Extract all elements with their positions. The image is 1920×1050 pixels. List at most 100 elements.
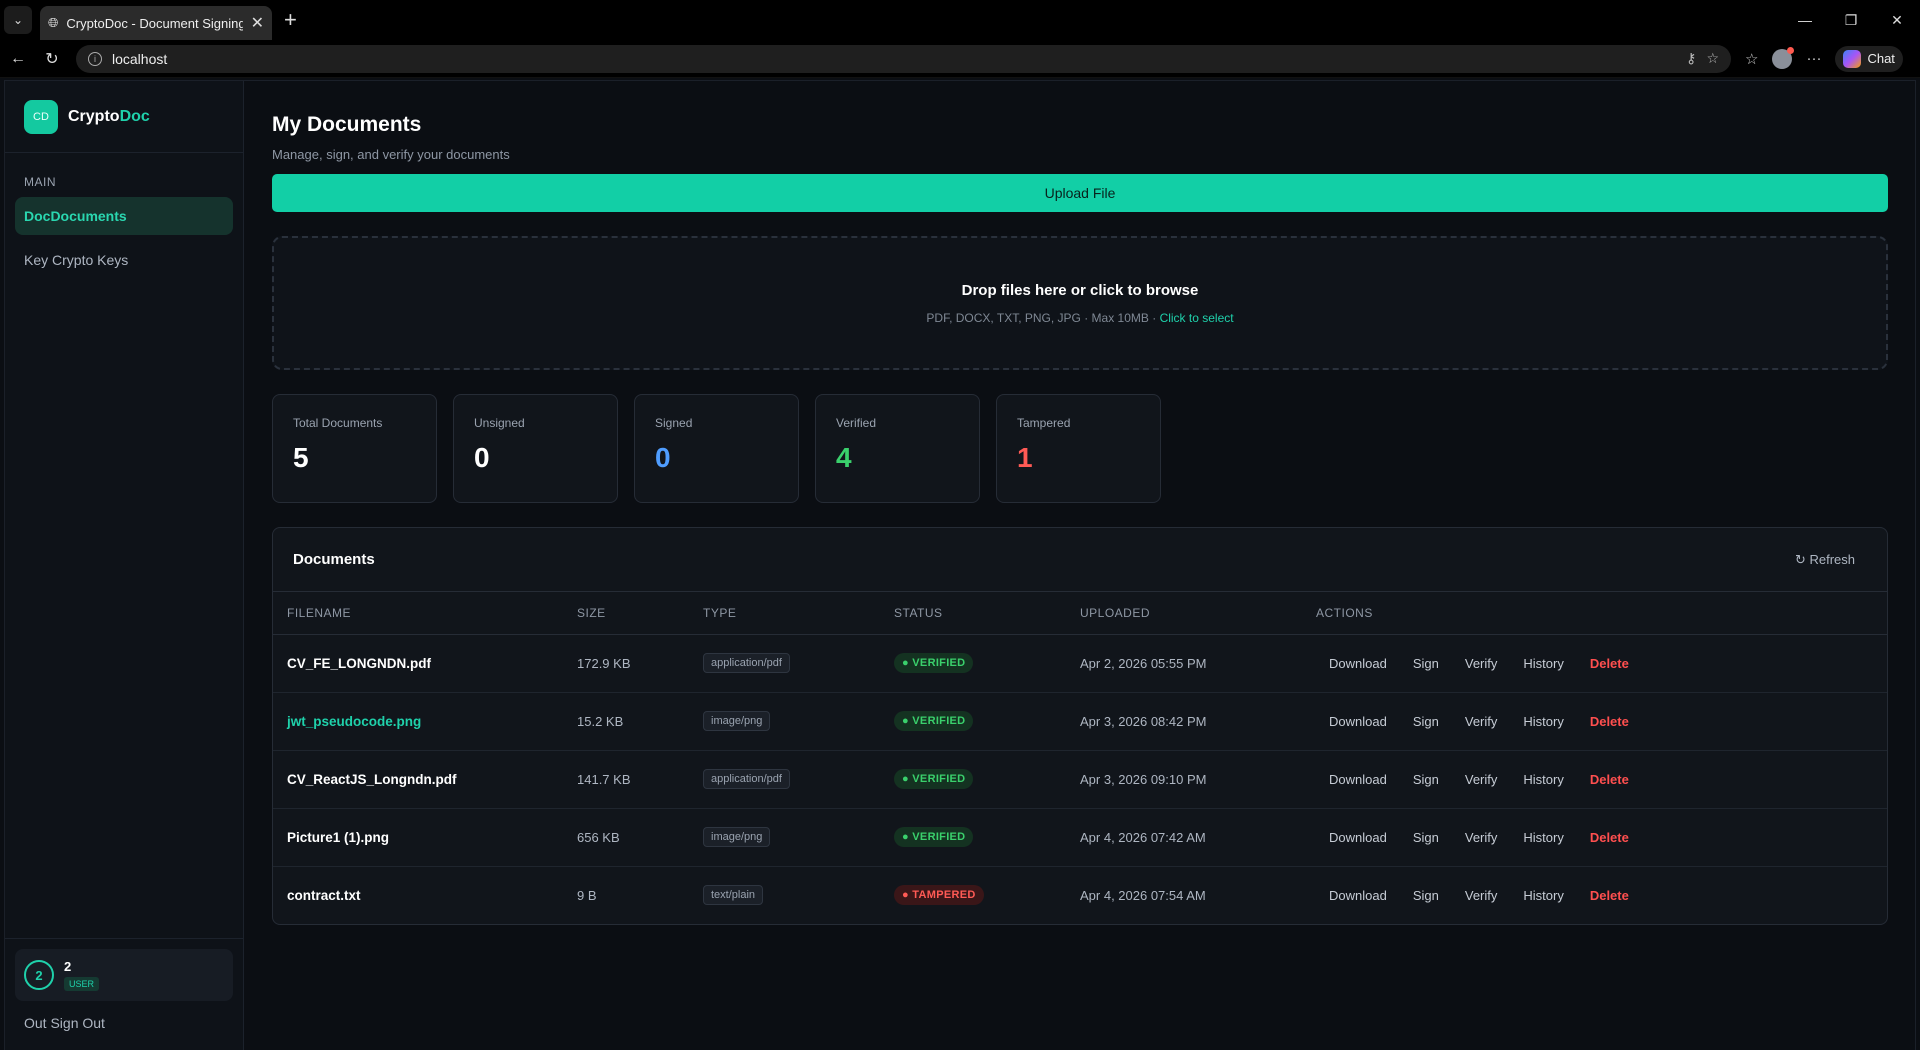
- download-button[interactable]: Download: [1316, 888, 1400, 903]
- type-badge: image/png: [703, 711, 771, 731]
- sidebar-footer: 2 2 USER Out Sign Out: [5, 938, 243, 1050]
- chat-label: Chat: [1867, 51, 1895, 66]
- stat-unsigned: Unsigned 0: [453, 394, 618, 503]
- sidebar-section-label: MAIN: [24, 175, 56, 189]
- column-header-type: TYPE: [689, 592, 880, 635]
- sign-out-button[interactable]: Out Sign Out: [15, 1015, 233, 1031]
- filename[interactable]: jwt_pseudocode.png: [287, 714, 421, 729]
- avatar: 2: [24, 960, 54, 990]
- history-button[interactable]: History: [1510, 830, 1576, 845]
- filename[interactable]: CV_FE_LONGNDN.pdf: [287, 656, 431, 671]
- type-badge: application/pdf: [703, 653, 790, 673]
- user-role-badge: USER: [64, 976, 100, 991]
- history-button[interactable]: History: [1510, 714, 1576, 729]
- reload-icon[interactable]: ↻: [42, 49, 62, 69]
- file-size: 172.9 KB: [563, 634, 689, 693]
- history-button[interactable]: History: [1510, 888, 1576, 903]
- sidebar-item-crypto-keys[interactable]: Key Crypto Keys: [15, 241, 233, 279]
- tab-list-chevron-icon[interactable]: ⌄: [4, 6, 32, 34]
- close-window-icon[interactable]: ✕: [1874, 0, 1920, 40]
- stat-label: Unsigned: [474, 416, 525, 430]
- favorites-icon[interactable]: ☆: [1745, 50, 1758, 68]
- uploaded-date: Apr 3, 2026 08:42 PM: [1066, 692, 1302, 751]
- status-badge: ● TAMPERED: [894, 885, 984, 906]
- column-header-size: SIZE: [563, 592, 689, 635]
- minimize-icon[interactable]: —: [1782, 0, 1828, 40]
- uploaded-date: Apr 4, 2026 07:42 AM: [1066, 808, 1302, 867]
- brand-name: CryptoDoc: [68, 108, 150, 126]
- stat-tampered: Tampered 1: [996, 394, 1161, 503]
- documents-panel: Documents ↻ Refresh FILENAME SIZE TYPE S…: [272, 527, 1888, 925]
- click-to-select-link[interactable]: Click to select: [1160, 311, 1234, 325]
- back-arrow-icon[interactable]: ←: [8, 50, 28, 68]
- table-row: Picture1 (1).png 656 KB image/png ● VERI…: [273, 808, 1887, 867]
- site-info-icon[interactable]: i: [88, 51, 102, 66]
- documents-title: Documents: [293, 551, 375, 568]
- window-controls: — ❐ ✕: [1782, 0, 1920, 40]
- dropzone-hint: PDF, DOCX, TXT, PNG, JPG · Max 10MB · Cl…: [926, 311, 1233, 325]
- copilot-icon: [1843, 49, 1862, 68]
- upload-file-button[interactable]: Upload File: [272, 174, 1888, 212]
- status-badge: ● VERIFIED: [894, 827, 974, 847]
- uploaded-date: Apr 4, 2026 07:54 AM: [1080, 887, 1206, 903]
- file-size: 656 KB: [563, 808, 689, 867]
- user-card: 2 2 USER: [15, 949, 233, 1001]
- new-tab-icon[interactable]: +: [284, 7, 297, 33]
- browser-tab[interactable]: 🌐︎ CryptoDoc - Document Signing Pl ✕: [40, 6, 272, 40]
- stat-value: 0: [655, 442, 671, 473]
- sign-button[interactable]: Sign: [1400, 656, 1452, 671]
- profile-avatar-icon[interactable]: [1772, 46, 1795, 69]
- delete-button[interactable]: Delete: [1577, 772, 1642, 787]
- table-row: jwt_pseudocode.png 15.2 KB image/png ● V…: [273, 692, 1887, 751]
- file-dropzone[interactable]: Drop files here or click to browse PDF, …: [272, 236, 1888, 370]
- sidebar-item-documents[interactable]: DocDocuments: [15, 197, 233, 235]
- download-button[interactable]: Download: [1316, 656, 1400, 671]
- filename[interactable]: Picture1 (1).png: [287, 830, 389, 845]
- download-button[interactable]: Download: [1316, 714, 1400, 729]
- history-button[interactable]: History: [1510, 656, 1576, 671]
- type-badge: image/png: [703, 827, 771, 847]
- verify-button[interactable]: Verify: [1452, 656, 1511, 671]
- delete-button[interactable]: Delete: [1577, 830, 1642, 845]
- stat-label: Total Documents: [293, 416, 383, 430]
- table-row: contract.txt 9 B text/plain ● TAMPERED A…: [273, 866, 1887, 924]
- delete-button[interactable]: Delete: [1577, 888, 1642, 903]
- file-size: 15.2 KB: [563, 692, 689, 751]
- stat-label: Signed: [655, 416, 693, 430]
- delete-button[interactable]: Delete: [1577, 714, 1642, 729]
- stat-label: Verified: [836, 416, 877, 430]
- history-button[interactable]: History: [1510, 772, 1576, 787]
- page-subtitle: Manage, sign, and verify your documents: [272, 147, 510, 162]
- brand-suffix: Doc: [119, 107, 150, 125]
- stat-total-documents: Total Documents 5: [272, 394, 437, 503]
- address-bar[interactable]: i localhost ⚷ ☆: [76, 44, 1731, 73]
- chat-button[interactable]: Chat: [1835, 45, 1903, 72]
- filename[interactable]: contract.txt: [287, 888, 361, 903]
- stat-value: 1: [1017, 442, 1033, 473]
- sign-button[interactable]: Sign: [1400, 714, 1452, 729]
- app-shell: CD CryptoDoc MAIN DocDocuments Key Crypt…: [4, 80, 1916, 1050]
- verify-button[interactable]: Verify: [1452, 888, 1511, 903]
- key-icon[interactable]: ⚷: [1686, 50, 1696, 67]
- sign-button[interactable]: Sign: [1400, 888, 1452, 903]
- documents-header: Documents ↻ Refresh: [273, 528, 1887, 592]
- tab-title: CryptoDoc - Document Signing Pl: [66, 15, 243, 31]
- refresh-button[interactable]: ↻ Refresh: [1795, 552, 1855, 568]
- delete-button[interactable]: Delete: [1577, 656, 1642, 671]
- stat-value: 5: [293, 442, 309, 473]
- verify-button[interactable]: Verify: [1452, 830, 1511, 845]
- verify-button[interactable]: Verify: [1452, 714, 1511, 729]
- star-icon[interactable]: ☆: [1706, 50, 1719, 67]
- download-button[interactable]: Download: [1316, 830, 1400, 845]
- filename[interactable]: CV_ReactJS_Longndn.pdf: [287, 772, 457, 787]
- sign-button[interactable]: Sign: [1400, 772, 1452, 787]
- sign-button[interactable]: Sign: [1400, 830, 1452, 845]
- stats-row: Total Documents 5 Unsigned 0 Signed 0 Ve…: [272, 394, 1888, 503]
- close-tab-icon[interactable]: ✕: [251, 13, 264, 33]
- url-text: localhost: [112, 50, 168, 67]
- table-row: CV_FE_LONGNDN.pdf 172.9 KB application/p…: [273, 634, 1887, 693]
- download-button[interactable]: Download: [1316, 772, 1400, 787]
- restore-icon[interactable]: ❐: [1828, 0, 1874, 40]
- verify-button[interactable]: Verify: [1452, 772, 1511, 787]
- more-menu-icon[interactable]: ···: [1806, 50, 1821, 67]
